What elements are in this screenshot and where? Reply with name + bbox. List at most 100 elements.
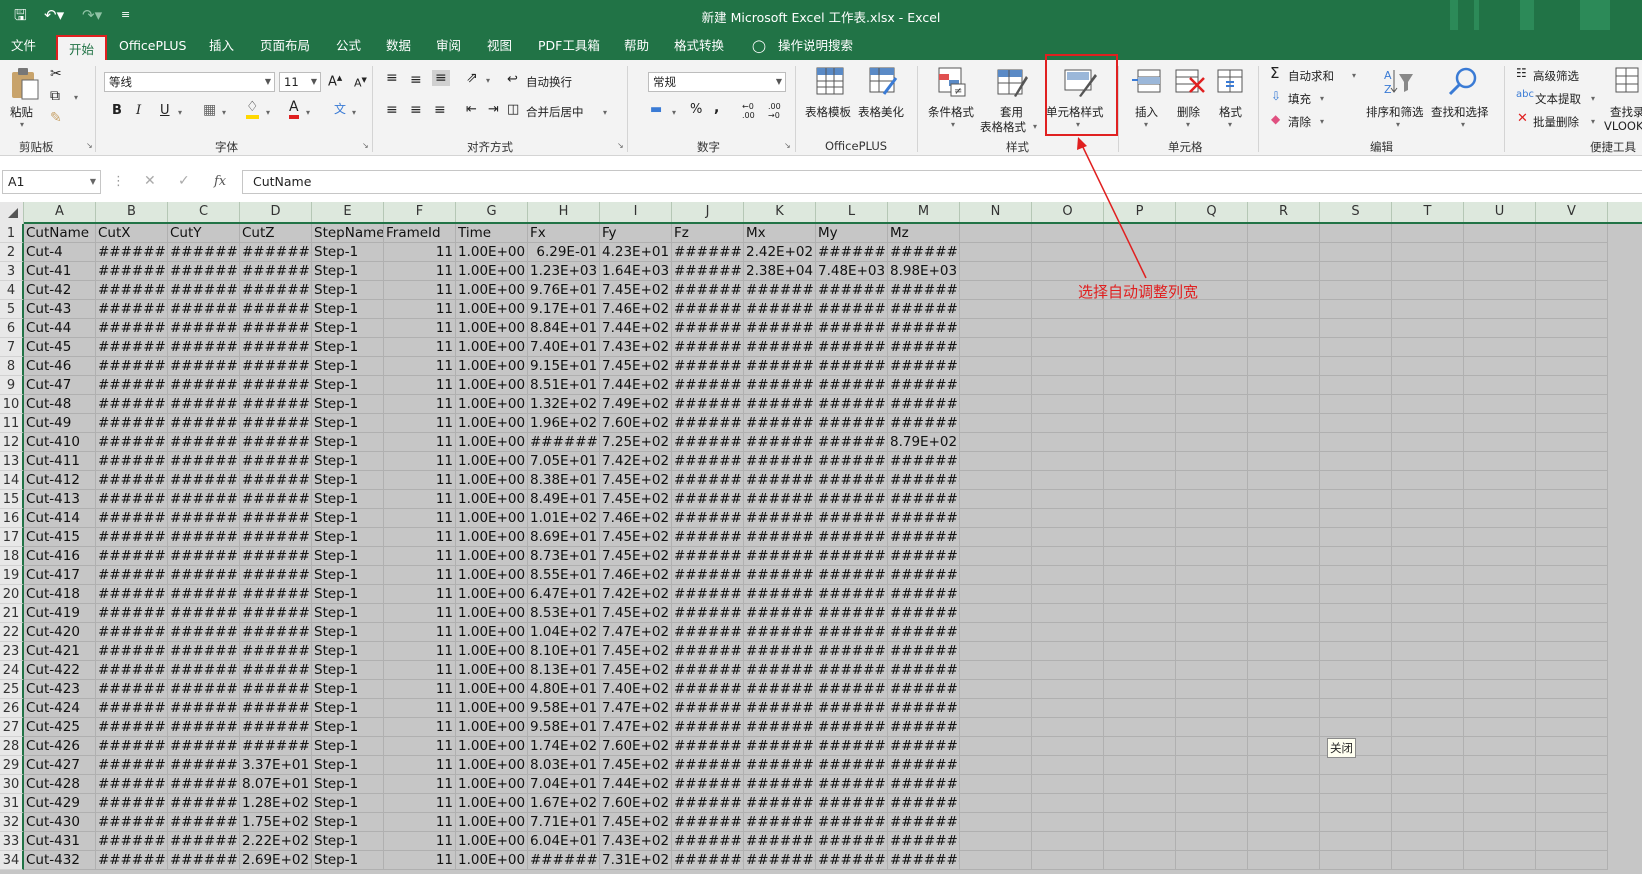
cell-a32[interactable]: Cut-430 bbox=[24, 813, 96, 832]
cell-k6[interactable]: ####### bbox=[744, 319, 816, 338]
row-header[interactable]: 14 bbox=[0, 471, 24, 490]
empty-cell[interactable] bbox=[1032, 509, 1104, 528]
table-beautify-button[interactable]: 表格美化 bbox=[858, 104, 904, 120]
cell-e2[interactable]: Step-1 bbox=[312, 243, 384, 262]
cell-f28[interactable]: 11 bbox=[384, 737, 456, 756]
cell-a19[interactable]: Cut-417 bbox=[24, 566, 96, 585]
cell-m12[interactable]: 8.79E+02 bbox=[888, 433, 960, 452]
conditional-format-icon[interactable]: ≠ bbox=[937, 66, 967, 98]
cell-h31[interactable]: 1.67E+02 bbox=[528, 794, 600, 813]
cell-i17[interactable]: 7.45E+02 bbox=[600, 528, 672, 547]
cell-f14[interactable]: 11 bbox=[384, 471, 456, 490]
cell-d15[interactable]: ####### bbox=[240, 490, 312, 509]
column-header-c[interactable]: C bbox=[168, 202, 240, 222]
cell-f29[interactable]: 11 bbox=[384, 756, 456, 775]
cell-f4[interactable]: 11 bbox=[384, 281, 456, 300]
cell-e29[interactable]: Step-1 bbox=[312, 756, 384, 775]
empty-cell[interactable] bbox=[1104, 490, 1176, 509]
row-header[interactable]: 4 bbox=[0, 281, 24, 300]
cell-f32[interactable]: 11 bbox=[384, 813, 456, 832]
cell-e9[interactable]: Step-1 bbox=[312, 376, 384, 395]
cell-m30[interactable]: ####### bbox=[888, 775, 960, 794]
empty-cell[interactable] bbox=[1248, 680, 1320, 699]
cell-i19[interactable]: 7.46E+02 bbox=[600, 566, 672, 585]
cell-e11[interactable]: Step-1 bbox=[312, 414, 384, 433]
cell-l26[interactable]: ####### bbox=[816, 699, 888, 718]
cell-e6[interactable]: Step-1 bbox=[312, 319, 384, 338]
empty-cell[interactable] bbox=[1176, 338, 1248, 357]
empty-cell[interactable] bbox=[1176, 452, 1248, 471]
row-header[interactable]: 10 bbox=[0, 395, 24, 414]
column-header-o[interactable]: O bbox=[1032, 202, 1104, 222]
cancel-icon[interactable]: ✕ bbox=[144, 173, 156, 189]
cell-g31[interactable]: 1.00E+00 bbox=[456, 794, 528, 813]
column-header-p[interactable]: P bbox=[1104, 202, 1176, 222]
cell-e5[interactable]: Step-1 bbox=[312, 300, 384, 319]
conditional-format-button[interactable]: 条件格式 bbox=[928, 104, 974, 120]
cell-a3[interactable]: Cut-41 bbox=[24, 262, 96, 281]
empty-cell[interactable] bbox=[1536, 262, 1608, 281]
tab-file[interactable]: 文件 bbox=[11, 36, 36, 56]
cell-e17[interactable]: Step-1 bbox=[312, 528, 384, 547]
chevron-down-icon[interactable]: ▾ bbox=[672, 108, 676, 117]
cell-k5[interactable]: ####### bbox=[744, 300, 816, 319]
row-header[interactable]: 3 bbox=[0, 262, 24, 281]
cell-d22[interactable]: ####### bbox=[240, 623, 312, 642]
cell-j11[interactable]: ####### bbox=[672, 414, 744, 433]
empty-cell[interactable] bbox=[1464, 718, 1536, 737]
format-cells-icon[interactable] bbox=[1216, 66, 1246, 96]
cell-c5[interactable]: ####### bbox=[168, 300, 240, 319]
row-header[interactable]: 18 bbox=[0, 547, 24, 566]
cell-c21[interactable]: ####### bbox=[168, 604, 240, 623]
chevron-down-icon[interactable]: ▾ bbox=[178, 108, 182, 117]
empty-cell[interactable] bbox=[1176, 851, 1248, 870]
cell-c32[interactable]: ####### bbox=[168, 813, 240, 832]
empty-cell[interactable] bbox=[1104, 566, 1176, 585]
empty-cell[interactable] bbox=[1032, 566, 1104, 585]
find-select-icon[interactable] bbox=[1447, 66, 1479, 96]
find-select-button[interactable]: 查找和选择 bbox=[1431, 104, 1489, 120]
empty-cell[interactable] bbox=[1464, 547, 1536, 566]
cell-l20[interactable]: ####### bbox=[816, 585, 888, 604]
cell-h30[interactable]: 7.04E+01 bbox=[528, 775, 600, 794]
empty-cell[interactable] bbox=[1176, 794, 1248, 813]
empty-cell[interactable] bbox=[1392, 642, 1464, 661]
empty-cell[interactable] bbox=[1248, 357, 1320, 376]
empty-cell[interactable] bbox=[1464, 775, 1536, 794]
empty-cell[interactable] bbox=[1536, 357, 1608, 376]
cell-d29[interactable]: 3.37E+01 bbox=[240, 756, 312, 775]
empty-cell[interactable] bbox=[1392, 376, 1464, 395]
cell-i22[interactable]: 7.47E+02 bbox=[600, 623, 672, 642]
tell-me-search[interactable]: 操作说明搜索 bbox=[778, 36, 853, 56]
cell-j6[interactable]: ####### bbox=[672, 319, 744, 338]
column-header-h[interactable]: H bbox=[528, 202, 600, 222]
empty-cell[interactable] bbox=[960, 585, 1032, 604]
cell-m23[interactable]: ####### bbox=[888, 642, 960, 661]
name-box[interactable]: A1 ▼ bbox=[2, 170, 101, 194]
cell-j22[interactable]: ####### bbox=[672, 623, 744, 642]
cell-a23[interactable]: Cut-421 bbox=[24, 642, 96, 661]
cell-e21[interactable]: Step-1 bbox=[312, 604, 384, 623]
empty-cell[interactable] bbox=[1176, 262, 1248, 281]
cell-g18[interactable]: 1.00E+00 bbox=[456, 547, 528, 566]
empty-cell[interactable] bbox=[1320, 433, 1392, 452]
empty-cell[interactable] bbox=[1464, 395, 1536, 414]
cell-b28[interactable]: ####### bbox=[96, 737, 168, 756]
cell-b20[interactable]: ####### bbox=[96, 585, 168, 604]
cell-m15[interactable]: ####### bbox=[888, 490, 960, 509]
empty-cell[interactable] bbox=[1320, 794, 1392, 813]
empty-cell[interactable] bbox=[1032, 813, 1104, 832]
empty-cell[interactable] bbox=[1320, 604, 1392, 623]
cell-h8[interactable]: 9.15E+01 bbox=[528, 357, 600, 376]
empty-cell[interactable] bbox=[1176, 509, 1248, 528]
cell-b26[interactable]: ####### bbox=[96, 699, 168, 718]
empty-cell[interactable] bbox=[1104, 262, 1176, 281]
cell-j15[interactable]: ####### bbox=[672, 490, 744, 509]
cell-e8[interactable]: Step-1 bbox=[312, 357, 384, 376]
chevron-down-icon[interactable]: ▾ bbox=[603, 108, 607, 117]
cell-i31[interactable]: 7.60E+02 bbox=[600, 794, 672, 813]
empty-cell[interactable] bbox=[1392, 357, 1464, 376]
empty-cell[interactable] bbox=[1392, 528, 1464, 547]
column-header-i[interactable]: I bbox=[600, 202, 672, 222]
empty-cell[interactable] bbox=[1464, 604, 1536, 623]
